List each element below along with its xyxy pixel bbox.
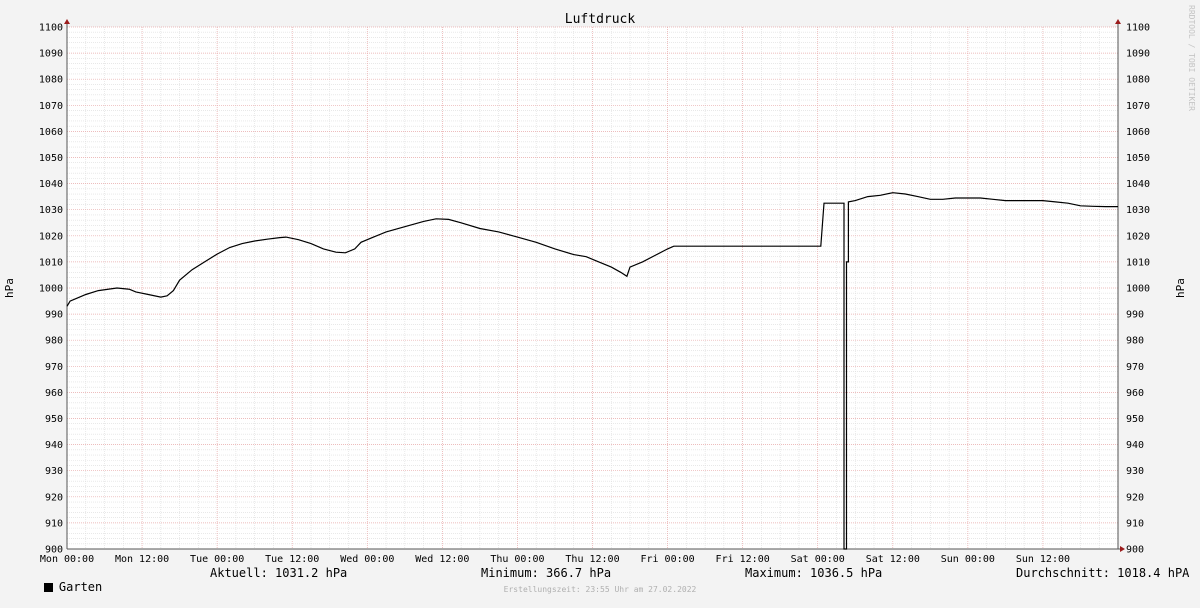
y-tick-label-right: 1080 bbox=[1126, 75, 1150, 86]
y-tick-label-left: 1010 bbox=[39, 257, 63, 268]
legend-maximum: Maximum: 1036.5 hPa bbox=[745, 566, 883, 580]
legend-average: Durchschnitt: 1018.4 hPA bbox=[1016, 566, 1190, 580]
y-tick-label-left: 990 bbox=[45, 310, 63, 321]
y-tick-label-right: 940 bbox=[1126, 440, 1144, 451]
x-tick-label: Wed 00:00 bbox=[340, 554, 394, 565]
chart-title: Luftdruck bbox=[565, 12, 636, 27]
y-tick-label-right: 1090 bbox=[1126, 49, 1150, 60]
y-tick-label-left: 1060 bbox=[39, 127, 63, 138]
creation-time-credit: Erstellungszeit: 23:55 Uhr am 27.02.2022 bbox=[503, 585, 697, 594]
y-tick-label-left: 1020 bbox=[39, 231, 63, 242]
x-tick-label: Fri 00:00 bbox=[640, 554, 694, 565]
legend-minimum: Minimum: 366.7 hPa bbox=[481, 566, 612, 580]
x-tick-label: Wed 12:00 bbox=[415, 554, 469, 565]
y-tick-label-right: 960 bbox=[1126, 388, 1144, 399]
x-tick-labels: Mon 00:00 Mon 12:00 Tue 00:00 Tue 12:00 Wed … bbox=[40, 554, 1070, 565]
y-tick-label-left: 1090 bbox=[39, 49, 63, 60]
y-axis-label-right: hPa bbox=[1174, 278, 1187, 298]
y-tick-label-left: 980 bbox=[45, 336, 63, 347]
x-tick-label: Sun 00:00 bbox=[941, 554, 995, 565]
axis-arrow bbox=[1120, 546, 1125, 552]
x-tick-label: Sun 12:00 bbox=[1016, 554, 1070, 565]
legend-series: Garten bbox=[15, 566, 102, 594]
y-tick-label-left: 910 bbox=[45, 518, 63, 529]
y-tick-label-left: 1050 bbox=[39, 153, 63, 164]
y-tick-labels-right: 900 910 920 930 940 950 960 970 980 990 1000 1010 10… bbox=[1126, 23, 1150, 556]
y-tick-label-left: 1040 bbox=[39, 179, 63, 190]
y-tick-label-right: 930 bbox=[1126, 466, 1144, 477]
x-tick-label: Tue 12:00 bbox=[265, 554, 319, 565]
legend-current: Aktuell: 1031.2 hPa bbox=[210, 566, 348, 580]
y-tick-label-right: 920 bbox=[1126, 492, 1144, 503]
x-tick-label: Thu 00:00 bbox=[490, 554, 544, 565]
y-tick-label-left: 940 bbox=[45, 440, 63, 451]
y-tick-label-right: 1050 bbox=[1126, 153, 1150, 164]
x-tick-label: Sat 00:00 bbox=[791, 554, 845, 565]
x-tick-label: Mon 00:00 bbox=[40, 554, 94, 565]
y-tick-label-right: 980 bbox=[1126, 336, 1144, 347]
y-tick-label-right: 1040 bbox=[1126, 179, 1150, 190]
y-tick-label-left: 1000 bbox=[39, 284, 63, 295]
y-tick-label-left: 960 bbox=[45, 388, 63, 399]
axis-arrow bbox=[1115, 19, 1121, 24]
y-tick-label-left: 920 bbox=[45, 492, 63, 503]
y-tick-label-right: 950 bbox=[1126, 414, 1144, 425]
y-tick-label-right: 1000 bbox=[1126, 284, 1150, 295]
y-tick-label-left: 970 bbox=[45, 362, 63, 373]
y-tick-label-right: 1100 bbox=[1126, 23, 1150, 34]
y-tick-label-right: 1010 bbox=[1126, 257, 1150, 268]
chart-canvas: 900 910 920 930 940 950 960 970 980 990 1000 1010 10… bbox=[0, 0, 1200, 600]
x-tick-label: Tue 00:00 bbox=[190, 554, 244, 565]
y-tick-label-right: 1060 bbox=[1126, 127, 1150, 138]
y-tick-label-right: 970 bbox=[1126, 362, 1144, 373]
y-tick-label-left: 1100 bbox=[39, 23, 63, 34]
x-tick-label: Sat 12:00 bbox=[866, 554, 920, 565]
axis-arrow bbox=[64, 19, 70, 24]
y-axis-label-left: hPa bbox=[3, 278, 16, 298]
y-tick-label-right: 900 bbox=[1126, 545, 1144, 556]
y-tick-label-right: 990 bbox=[1126, 310, 1144, 321]
y-tick-label-left: 930 bbox=[45, 466, 63, 477]
rrdtool-watermark: RRDTOOL / TOBI OETIKER bbox=[1187, 5, 1196, 111]
y-tick-label-left: 950 bbox=[45, 414, 63, 425]
y-tick-label-left: 1030 bbox=[39, 205, 63, 216]
y-tick-label-right: 1020 bbox=[1126, 231, 1150, 242]
chart-svg: 900 910 920 930 940 950 960 970 980 990 1000 1010 10… bbox=[3, 5, 1196, 565]
x-tick-label: Fri 12:00 bbox=[716, 554, 770, 565]
y-tick-label-right: 1030 bbox=[1126, 205, 1150, 216]
x-tick-label: Thu 12:00 bbox=[565, 554, 619, 565]
y-tick-label-right: 1070 bbox=[1126, 101, 1150, 112]
y-tick-label-left: 1070 bbox=[39, 101, 63, 112]
x-tick-label: Mon 12:00 bbox=[115, 554, 169, 565]
y-tick-labels-left: 9009109209309409509609709809901000101010… bbox=[39, 23, 63, 556]
y-tick-label-right: 910 bbox=[1126, 518, 1144, 529]
y-tick-label-left: 1080 bbox=[39, 75, 63, 86]
